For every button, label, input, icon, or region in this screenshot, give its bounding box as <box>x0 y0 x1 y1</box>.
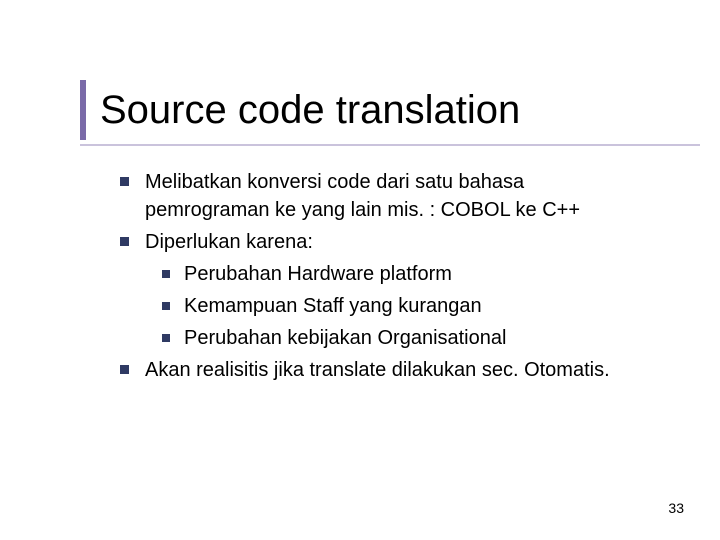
square-bullet-icon <box>162 270 170 278</box>
title-wrap: Source code translation <box>80 80 670 140</box>
square-bullet-icon <box>120 177 129 186</box>
square-bullet-icon <box>162 302 170 310</box>
bullet-text: Akan realisitis jika translate dilakukan… <box>145 356 630 384</box>
square-bullet-icon <box>120 365 129 374</box>
page-number: 33 <box>668 500 684 516</box>
title-accent-bar <box>80 80 86 140</box>
sub-bullet-item: Perubahan Hardware platform <box>162 260 630 288</box>
bullet-item: Melibatkan konversi code dari satu bahas… <box>120 168 630 224</box>
title-underline <box>80 144 700 146</box>
sub-bullet-item: Kemampuan Staff yang kurangan <box>162 292 630 320</box>
bullet-text: Diperlukan karena: <box>145 228 630 256</box>
sub-bullet-list: Perubahan Hardware platform Kemampuan St… <box>162 260 630 352</box>
bullet-item: Diperlukan karena: <box>120 228 630 256</box>
bullet-list: Melibatkan konversi code dari satu bahas… <box>120 168 630 384</box>
square-bullet-icon <box>120 237 129 246</box>
sub-bullet-text: Perubahan Hardware platform <box>184 260 630 288</box>
slide-title: Source code translation <box>100 90 520 130</box>
square-bullet-icon <box>162 334 170 342</box>
bullet-item: Akan realisitis jika translate dilakukan… <box>120 356 630 384</box>
bullet-text: Melibatkan konversi code dari satu bahas… <box>145 168 630 224</box>
slide-body: Melibatkan konversi code dari satu bahas… <box>120 168 630 384</box>
sub-bullet-text: Kemampuan Staff yang kurangan <box>184 292 630 320</box>
slide: Source code translation Melibatkan konve… <box>0 0 720 540</box>
bullet-item-nested: Perubahan Hardware platform Kemampuan St… <box>120 260 630 352</box>
sub-bullet-text: Perubahan kebijakan Organisational <box>184 324 630 352</box>
sub-bullet-item: Perubahan kebijakan Organisational <box>162 324 630 352</box>
